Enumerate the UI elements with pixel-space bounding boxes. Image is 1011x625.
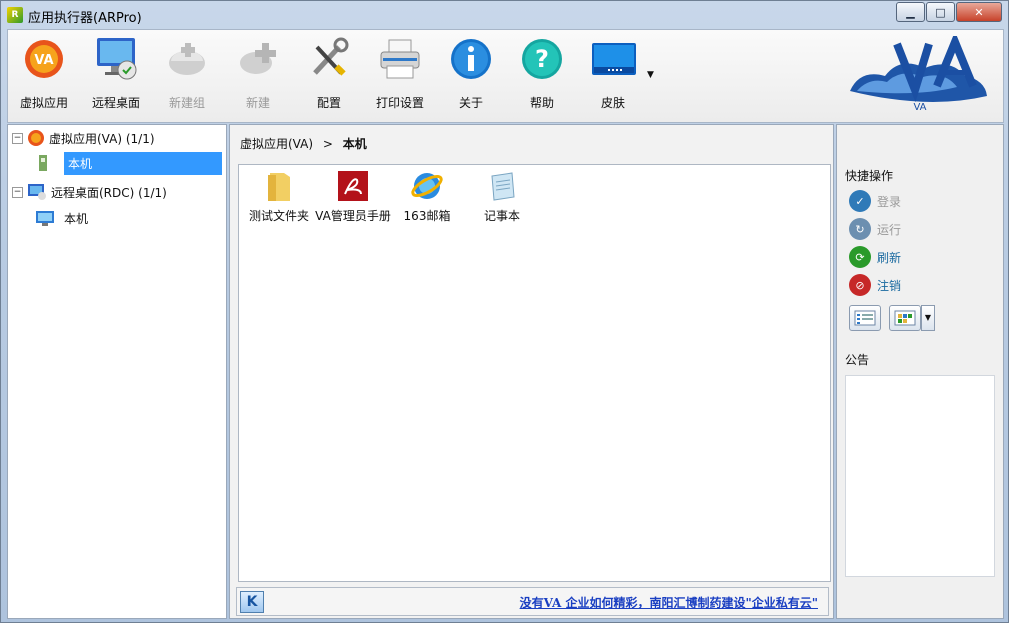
window-controls: ▁ □ ✕ [895, 2, 1002, 22]
notice-box [845, 375, 995, 577]
app-icon: R [7, 7, 23, 23]
va-icon [28, 130, 44, 146]
toolbar-button-new-group[interactable]: 新建组 [151, 36, 223, 111]
toolbar-label: 配置 [316, 96, 341, 110]
file-item-test-folder[interactable]: 测试文件夹 [241, 169, 317, 224]
navigation-tree: − 虚拟应用(VA) (1/1) 本机 − 远程桌面(RDC) (1/1) 本机 [7, 124, 227, 619]
toolbar-button-remote-desktop[interactable]: 远程桌面 [80, 36, 152, 111]
file-label: 163邮箱 [403, 209, 451, 223]
main-panel: 虚拟应用(VA) > 本机 测试文件夹 VA管理员手册 163邮箱 记事本 K … [229, 124, 834, 619]
toolbar-button-help[interactable]: ? 帮助 [506, 36, 578, 111]
va-logo: VA [845, 31, 995, 114]
machine-icon [39, 155, 47, 171]
app-window: R 应用执行器(ARPro) ▁ □ ✕ VA 虚拟应用 远程桌面 新建组 新建… [0, 0, 1009, 623]
new-icon [235, 36, 281, 82]
breadcrumb-parent[interactable]: 虚拟应用(VA) [240, 137, 313, 151]
window-title: 应用执行器(ARPro) [28, 11, 142, 26]
printer-icon [377, 36, 423, 82]
tree-item-remote-desktop[interactable]: − 远程桌面(RDC) (1/1) [12, 181, 167, 203]
toolbar-label: 打印设置 [375, 96, 424, 110]
toolbar-label: 虚拟应用 [19, 96, 68, 110]
tree-item-label: 远程桌面(RDC) (1/1) [51, 185, 167, 200]
toolbar-button-print-settings[interactable]: 打印设置 [364, 36, 436, 111]
icon-view-button[interactable] [889, 305, 921, 331]
login-icon: ✓ [849, 190, 871, 212]
remote-desktop-icon [93, 36, 139, 82]
folder-icon [261, 169, 297, 203]
close-button[interactable]: ✕ [956, 2, 1002, 22]
breadcrumb-current: 本机 [342, 137, 367, 151]
ie-icon [409, 169, 445, 203]
action-label: 注销 [877, 278, 902, 293]
pdf-icon [335, 169, 371, 203]
file-view: 测试文件夹 VA管理员手册 163邮箱 记事本 [238, 164, 831, 582]
tree-item-label: 本机 [64, 211, 89, 226]
tree-item-virtual-app[interactable]: − 虚拟应用(VA) (1/1) [12, 127, 155, 149]
file-label: 记事本 [483, 209, 520, 223]
toolbar-label: 帮助 [529, 96, 554, 110]
logo-text: VA [913, 102, 926, 113]
file-item-163-mail[interactable]: 163邮箱 [389, 169, 465, 224]
breadcrumb-separator: > [322, 137, 333, 151]
toolbar: VA 虚拟应用 远程桌面 新建组 新建 配置 打印设置 关于 ? 帮助 皮肤 ▼… [7, 29, 1004, 123]
minimize-button[interactable]: ▁ [896, 2, 925, 22]
tree-item-local-rdc[interactable]: 本机 [34, 207, 88, 229]
action-label: 登录 [877, 194, 902, 209]
action-label: 刷新 [877, 250, 902, 265]
toolbar-label: 新建组 [168, 96, 205, 110]
tree-item-local-va[interactable]: 本机 [34, 151, 222, 175]
action-label: 运行 [877, 222, 902, 237]
file-label: 测试文件夹 [248, 209, 309, 223]
new-group-icon [164, 36, 210, 82]
monitor-icon [36, 211, 54, 226]
tree-item-label: 本机 [64, 151, 222, 175]
list-view-icon [854, 310, 876, 326]
right-panel: 快捷操作 ✓ 登录 ↻ 运行 ⟳ 刷新 ⊘ 注销 ▼ 公告 [836, 124, 1004, 619]
toolbar-label: 远程桌面 [91, 96, 140, 110]
toolbar-button-about[interactable]: 关于 [435, 36, 507, 111]
file-item-va-manual[interactable]: VA管理员手册 [315, 169, 391, 224]
config-icon [306, 36, 352, 82]
run-action[interactable]: ↻ 运行 [849, 217, 901, 241]
title-bar: R 应用执行器(ARPro) ▁ □ ✕ [1, 1, 1008, 29]
icon-view-icon [894, 310, 916, 326]
tree-item-label: 虚拟应用(VA) (1/1) [49, 131, 155, 146]
status-bar: K 没有VA 企业如何精彩，南阳汇博制药建设"企业私有云" [236, 587, 829, 616]
notepad-icon [484, 169, 520, 203]
maximize-button[interactable]: □ [926, 2, 955, 22]
ad-link[interactable]: 没有VA 企业如何精彩，南阳汇博制药建设"企业私有云" [520, 594, 818, 611]
toolbar-label: 新建 [245, 96, 270, 110]
refresh-icon: ⟳ [849, 246, 871, 268]
run-icon: ↻ [849, 218, 871, 240]
list-view-button[interactable] [849, 305, 881, 331]
file-item-notepad[interactable]: 记事本 [464, 169, 540, 224]
toolbar-button-virtual-app[interactable]: VA 虚拟应用 [8, 36, 80, 111]
toolbar-button-config[interactable]: 配置 [293, 36, 365, 111]
file-label: VA管理员手册 [315, 209, 391, 223]
toolbar-label: 关于 [458, 96, 483, 110]
toolbar-button-skin[interactable]: 皮肤 [577, 36, 649, 111]
notice-title: 公告 [845, 353, 870, 367]
logout-icon: ⊘ [849, 274, 871, 296]
remote-desktop-icon [28, 184, 46, 200]
help-icon: ? [519, 36, 565, 82]
k-button[interactable]: K [240, 591, 264, 613]
toolbar-button-new[interactable]: 新建 [222, 36, 294, 111]
login-action[interactable]: ✓ 登录 [849, 189, 901, 213]
view-dropdown-button[interactable]: ▼ [921, 305, 935, 331]
breadcrumb: 虚拟应用(VA) > 本机 [240, 135, 367, 152]
collapse-icon[interactable]: − [12, 132, 23, 144]
logout-action[interactable]: ⊘ 注销 [849, 273, 901, 297]
toolbar-label: 皮肤 [600, 96, 625, 110]
svg-text:?: ? [535, 45, 549, 73]
svg-text:VA: VA [34, 53, 53, 68]
collapse-icon[interactable]: − [12, 186, 23, 198]
va-icon: VA [21, 36, 67, 82]
skin-dropdown-arrow[interactable]: ▼ [647, 70, 654, 80]
info-icon [448, 36, 494, 82]
skin-icon [590, 36, 636, 82]
refresh-action[interactable]: ⟳ 刷新 [849, 245, 901, 269]
